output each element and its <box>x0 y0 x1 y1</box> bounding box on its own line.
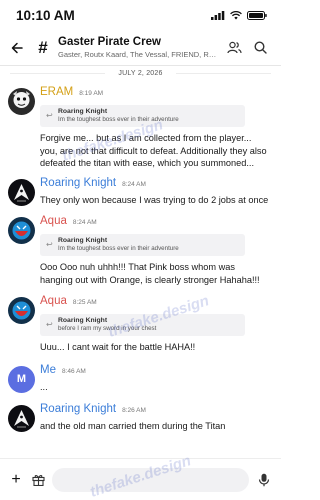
add-attachment-button[interactable]: + <box>8 471 24 489</box>
message-author[interactable]: Aqua <box>40 295 67 307</box>
message[interactable]: Roaring Knight 8:24 AM They only won bec… <box>0 177 281 207</box>
avatar-letter: M <box>16 373 27 385</box>
roaring-knight-avatar-icon <box>8 405 35 432</box>
channel-title: Gaster Pirate Crew <box>58 36 161 48</box>
message-text: Uuu... I cant wait for the battle HAHA!! <box>40 342 196 352</box>
avatar[interactable] <box>8 405 35 432</box>
message-time: 8:46 AM <box>61 367 86 375</box>
reply-author: Roaring Knight <box>58 108 108 115</box>
search-button[interactable] <box>251 39 269 57</box>
message-time: 8:25 AM <box>72 299 97 306</box>
reply-author: Roaring Knight <box>58 317 108 324</box>
message-author[interactable]: Me <box>40 364 56 376</box>
avatar[interactable] <box>8 297 35 324</box>
date-label: JULY 2, 2026 <box>118 69 163 77</box>
avatar[interactable] <box>8 88 35 115</box>
avatar[interactable]: M <box>8 365 35 393</box>
message-text: and the old man carried them during the … <box>40 421 226 431</box>
message-composer: + <box>0 458 281 500</box>
signal-icon <box>211 10 225 20</box>
message[interactable]: M Me 8:46 AM ... <box>0 364 281 394</box>
reply-text: before I ram my sword in your chest <box>58 325 157 332</box>
message-author[interactable]: ERAM <box>40 86 73 98</box>
arrow-left-icon <box>11 42 23 53</box>
reply-icon: ↩ <box>46 240 53 249</box>
avatar[interactable] <box>8 178 35 206</box>
reply-preview[interactable]: ↩ Roaring Knight Im the toughest boss ev… <box>40 234 245 256</box>
status-icons <box>211 10 267 20</box>
members-icon <box>226 41 242 54</box>
date-separator: JULY 2, 2026 <box>0 66 281 80</box>
status-bar: 10:10 AM <box>0 0 281 30</box>
reply-preview[interactable]: ↩ Roaring Knight Im the toughest boss ev… <box>40 105 245 127</box>
channel-info[interactable]: Gaster Pirate Crew Gaster, Routx Kaard, … <box>58 36 219 59</box>
reply-author: Roaring Knight <box>58 237 108 244</box>
hash-icon: # <box>38 37 48 57</box>
message-list[interactable]: JULY 2, 2026 ERAM 8:19 AM ↩ Roaring Knig… <box>0 66 281 458</box>
message-text: ... <box>40 381 48 392</box>
members-button[interactable] <box>225 39 243 57</box>
channel-header: # Gaster Pirate Crew Gaster, Routx Kaard… <box>0 30 281 66</box>
header-actions <box>219 39 281 57</box>
message[interactable]: Aqua 8:25 AM ↩ Roaring Knight before I r… <box>0 295 281 354</box>
avatar[interactable] <box>8 217 35 244</box>
roaring-knight-avatar-icon <box>8 178 35 206</box>
reply-icon: ↩ <box>46 320 53 329</box>
message-time: 8:19 AM <box>79 90 104 97</box>
message-time: 8:26 AM <box>122 407 146 414</box>
aqua-avatar-icon <box>8 217 35 244</box>
message-author[interactable]: Roaring Knight <box>40 177 116 189</box>
status-time: 10:10 AM <box>16 7 75 23</box>
message[interactable]: Aqua 8:24 AM ↩ Roaring Knight Im the tou… <box>0 215 281 286</box>
reply-text: Im the toughest boss ever in their adven… <box>58 245 179 252</box>
message-author[interactable]: Roaring Knight <box>40 403 116 415</box>
reply-icon: ↩ <box>46 111 53 120</box>
reply-preview[interactable]: ↩ Roaring Knight before I ram my sword i… <box>40 314 245 336</box>
message-input[interactable] <box>52 467 249 492</box>
message[interactable]: Roaring Knight 8:26 AM and the old man c… <box>0 403 281 433</box>
microphone-icon <box>258 473 270 486</box>
message-text: Forgive me... but as I am collected from… <box>40 133 267 168</box>
eram-avatar-icon <box>8 88 35 115</box>
reply-text: Im the toughest boss ever in their adven… <box>58 116 179 123</box>
message-text: Ooo Ooo nuh uhhh!!! That Pink boss whom … <box>40 262 260 285</box>
message-text: They only won because I was trying to do… <box>40 194 269 205</box>
battery-icon <box>247 10 267 20</box>
wifi-icon <box>230 10 242 19</box>
search-icon <box>253 41 267 54</box>
channel-members: Gaster, Routx Kaard, The Vessal, FRIEND,… <box>58 50 219 59</box>
message-author[interactable]: Aqua <box>40 215 67 227</box>
gift-icon <box>31 475 45 486</box>
message-time: 8:24 AM <box>72 219 97 226</box>
aqua-avatar-icon <box>8 297 35 324</box>
message[interactable]: ERAM 8:19 AM ↩ Roaring Knight Im the tou… <box>0 86 281 170</box>
back-button[interactable] <box>0 30 34 66</box>
microphone-button[interactable] <box>255 471 273 489</box>
message-time: 8:24 AM <box>122 180 146 188</box>
gift-button[interactable] <box>30 472 46 488</box>
